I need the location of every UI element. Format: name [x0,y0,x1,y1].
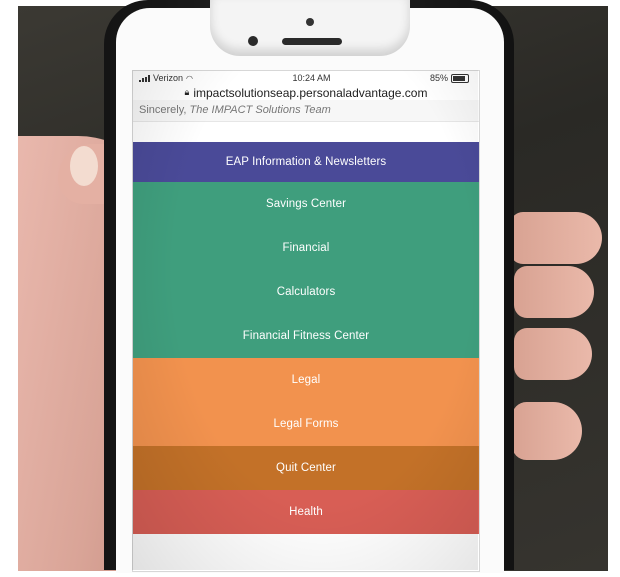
status-bar: Verizon ◠ 10:24 AM 85% [133,71,479,85]
battery-icon [451,73,469,83]
earpiece [282,38,342,45]
left-thumbnail [70,146,98,186]
services-menu: EAP Information & Newsletters Savings Ce… [133,142,479,534]
status-time: 10:24 AM [292,73,331,83]
menu-item-financial[interactable]: Financial [133,226,479,270]
case-cutout [210,0,410,56]
battery-status: 85% [430,73,469,83]
menu-item-calculators[interactable]: Calculators [133,270,479,314]
menu-item-quit-center[interactable]: Quit Center [133,446,479,490]
sensor-icon [306,18,314,26]
lock-icon: 🔒︎ [184,87,190,97]
front-camera-icon [248,36,258,46]
signature-line: Sincerely, The IMPACT Solutions Team [133,100,479,122]
right-finger [514,266,594,318]
right-finger [514,328,592,380]
signal-icon [139,74,150,82]
signature-prefix: Sincerely, [139,104,187,116]
right-finger [510,212,602,264]
address-bar[interactable]: 🔒︎ impactsolutionseap.personaladvantage.… [133,85,479,100]
wifi-icon: ◠ [186,73,194,83]
url-text: impactsolutionseap.personaladvantage.com [193,85,428,100]
menu-item-eap-information[interactable]: EAP Information & Newsletters [133,142,479,182]
right-finger [512,402,582,460]
menu-item-financial-fitness-center[interactable]: Financial Fitness Center [133,314,479,358]
menu-item-health[interactable]: Health [133,490,479,534]
battery-fill [453,75,465,81]
phone-screen: Verizon ◠ 10:24 AM 85% 🔒︎ impactsolution… [132,70,480,572]
spacer [133,122,479,142]
menu-item-legal[interactable]: Legal [133,358,479,402]
status-left: Verizon ◠ [139,73,193,83]
menu-item-savings-center[interactable]: Savings Center [133,182,479,226]
carrier-name: Verizon [153,73,184,83]
menu-item-legal-forms[interactable]: Legal Forms [133,402,479,446]
signature-team: The IMPACT Solutions Team [189,104,331,116]
battery-percent: 85% [429,73,448,83]
